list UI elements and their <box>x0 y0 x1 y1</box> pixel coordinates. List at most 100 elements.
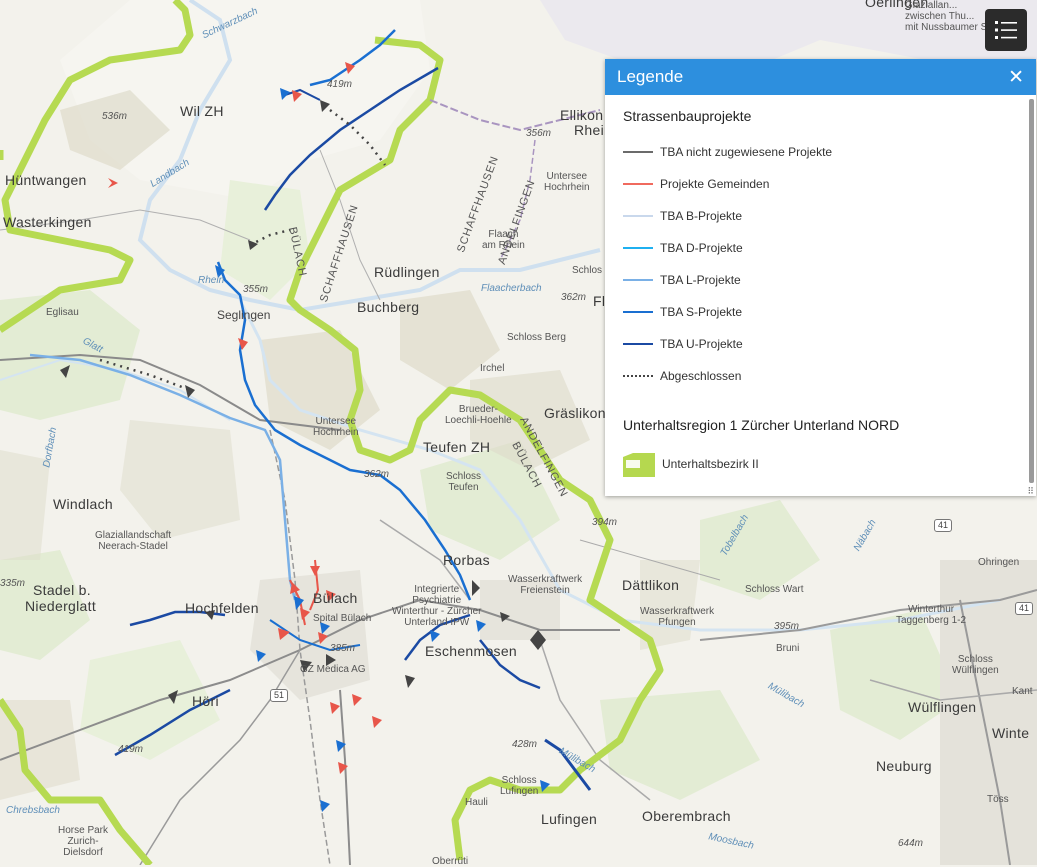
water-label: Flaacherbach <box>481 283 542 294</box>
elevation-label: 355m <box>243 284 269 295</box>
legend-swatch <box>623 343 653 345</box>
water-label: Chrebsbach <box>6 805 60 816</box>
list-icon <box>995 21 1017 39</box>
poi-label: Töss <box>987 794 1009 805</box>
poi-label: Hauli <box>465 797 488 808</box>
legend-body[interactable]: Strassenbauprojekte TBA nicht zugewiesen… <box>605 95 1026 496</box>
place-label: Wasterkingen <box>3 214 92 230</box>
elevation-label: 428m <box>512 739 538 750</box>
poi-label: Eglisau <box>46 307 79 318</box>
place-label: Wil ZH <box>180 103 224 119</box>
elevation-label: 419m <box>118 744 144 755</box>
poi-label: Oberrüti <box>432 856 469 867</box>
poi-label: Irchel <box>480 363 505 374</box>
route-shield: 51 <box>270 689 289 702</box>
legend-swatch <box>623 215 653 217</box>
poi-label: Spital Bülach <box>313 613 372 624</box>
legend-item: Projekte Gemeinden <box>623 177 769 191</box>
legend-item: TBA B-Projekte <box>623 209 742 223</box>
place-label: Rorbas <box>443 552 490 568</box>
place-label: Lufingen <box>541 811 598 827</box>
elevation-label: 395m <box>774 621 800 632</box>
poi-label: Untersee Hochrhein <box>313 416 359 438</box>
legend-panel: Legende ✕ Strassenbauprojekte TBA nicht … <box>605 59 1036 496</box>
legend-item: Unterhaltsbezirk II <box>623 451 759 477</box>
place-label: Teufen ZH <box>423 439 491 455</box>
place-label: Niederglatt <box>25 598 97 614</box>
legend-section-title: Unterhaltsregion 1 Zürcher Unterland NOR… <box>623 417 900 433</box>
poi-label: Schlos <box>572 265 603 276</box>
resize-grip-icon[interactable]: ⠿ <box>1027 487 1034 496</box>
place-label: Bülach <box>313 590 358 606</box>
legend-item: Abgeschlossen <box>623 369 741 383</box>
legend-item: TBA U-Projekte <box>623 337 743 351</box>
legend-swatch <box>623 311 653 313</box>
poi-label: Bruni <box>776 643 800 654</box>
elevation-label: 644m <box>898 838 924 849</box>
place-label: Rüdlingen <box>374 264 440 280</box>
legend-item-label: Unterhaltsbezirk II <box>662 457 759 471</box>
water-label: Rhein <box>198 275 225 286</box>
place-label: Buchberg <box>357 299 420 315</box>
place-label: Hochfelden <box>185 600 259 616</box>
elevation-label: 362m <box>364 469 390 480</box>
elevation-label: 419m <box>327 79 353 90</box>
place-label: Neuburg <box>876 758 932 774</box>
legend-item-label: TBA S-Projekte <box>660 305 743 319</box>
poi-label: Glaziallandschaft Neerach-Stadel <box>95 530 172 552</box>
poi-label: Brueder- Loechli-Hoehle <box>445 404 512 426</box>
elevation-label: 385m <box>330 643 356 654</box>
place-label: Stadel b. <box>33 582 91 598</box>
place-label: Gräslikon <box>544 405 606 421</box>
poi-label: Integrierte Psychiatrie Winterthur - Zür… <box>392 584 482 628</box>
poi-label: Winterthur Taggenberg 1-2 <box>896 604 967 626</box>
legend-item: TBA nicht zugewiesene Projekte <box>623 145 832 159</box>
poi-label: Schloss Wart <box>745 584 804 595</box>
legend-swatch <box>623 151 653 153</box>
poi-label: Untersee Hochrhein <box>544 171 590 193</box>
place-label: Windlach <box>53 496 113 512</box>
poi-label: Wasserkraftwerk Freienstein <box>508 574 583 596</box>
place-label: Hüntwangen <box>5 172 87 188</box>
elevation-label: 356m <box>526 128 552 139</box>
place-label: Dättlikon <box>622 577 680 593</box>
legend-item: TBA D-Projekte <box>623 241 743 255</box>
legend-title: Legende <box>617 67 684 86</box>
close-icon[interactable]: ✕ <box>1008 67 1024 87</box>
place-label: Höri <box>192 693 219 709</box>
legend-item-label: TBA D-Projekte <box>660 241 743 255</box>
poi-label: Schloss Teufen <box>446 471 482 493</box>
legend-header: Legende ✕ <box>605 59 1036 95</box>
poi-label: Horse Park Zurich- Dielsdorf <box>58 825 109 858</box>
place-label: Fl <box>593 293 606 309</box>
elevation-label: 335m <box>0 578 26 589</box>
route-shield: 41 <box>934 519 953 532</box>
poi-label: Ohringen <box>978 557 1020 568</box>
legend-swatch <box>623 247 653 249</box>
legend-item-label: Abgeschlossen <box>660 369 742 383</box>
place-label: Seglingen <box>217 308 271 322</box>
legend-item: TBA S-Projekte <box>623 305 742 319</box>
place-label: Oberembrach <box>642 808 731 824</box>
legend-swatch <box>623 183 653 185</box>
legend-item-label: TBA L-Projekte <box>660 273 741 287</box>
elevation-label: 362m <box>561 292 587 303</box>
legend-area-swatch <box>623 453 655 477</box>
poi-label: Kant <box>1012 686 1033 697</box>
place-label: Eschenmosen <box>425 643 518 659</box>
legend-toggle-button[interactable] <box>985 9 1027 51</box>
legend-item: TBA L-Projekte <box>623 273 741 287</box>
poi-label: Wasserkraftwerk Pfungen <box>640 606 715 628</box>
legend-swatch <box>623 375 653 377</box>
legend-item-label: TBA nicht zugewiesene Projekte <box>660 145 833 159</box>
place-label: Wülflingen <box>908 699 977 715</box>
legend-section-title: Strassenbauprojekte <box>623 108 752 124</box>
legend-scrollbar[interactable] <box>1029 99 1034 483</box>
poi-label: Schloss Berg <box>507 332 566 343</box>
legend-item-label: Projekte Gemeinden <box>660 177 770 191</box>
route-shield: 41 <box>1015 602 1034 615</box>
legend-swatch <box>623 279 653 281</box>
legend-item-label: TBA U-Projekte <box>660 337 743 351</box>
poi-label: Schloss Lufingen <box>500 775 539 797</box>
elevation-label: 536m <box>102 111 128 122</box>
